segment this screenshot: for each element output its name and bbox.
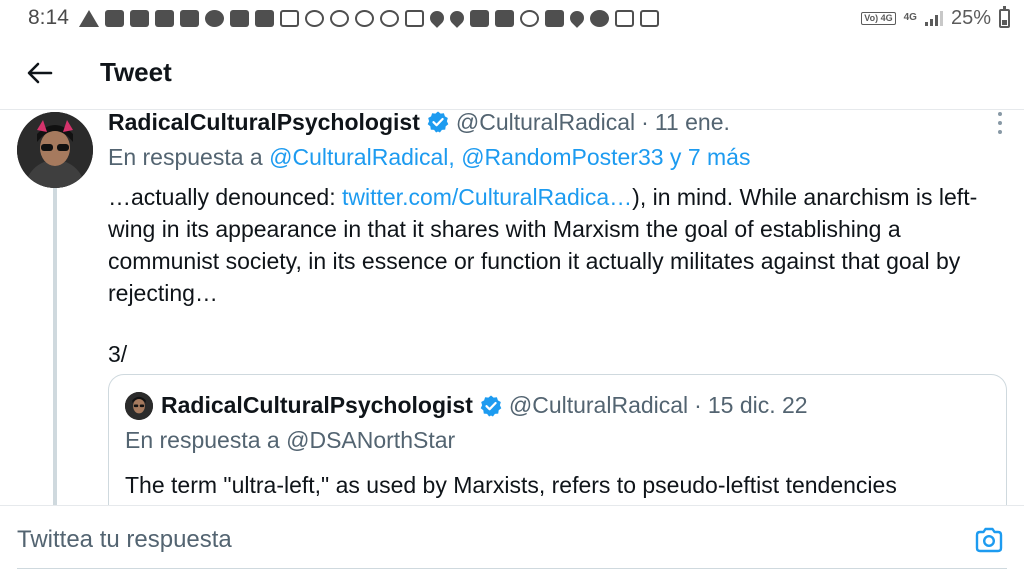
gmail-icon: [404, 9, 424, 27]
verified-badge-icon: [427, 111, 449, 133]
dot-separator: ·: [641, 110, 649, 135]
youtube-icon: [469, 9, 489, 27]
quoted-tweet-date: 15 dic. 22: [707, 392, 808, 418]
page-title: Tweet: [100, 57, 172, 87]
tweet-text-start: …actually denounced:: [108, 184, 342, 210]
reply-mentions[interactable]: @CulturalRadical, @RandomPoster33 y 7 má…: [269, 144, 750, 170]
youtube-icon: [154, 9, 174, 27]
shopping-bag-icon: [544, 9, 564, 27]
facebook-icon: [129, 9, 149, 27]
network-type: 4G: [903, 12, 917, 23]
warning-icon: [78, 9, 99, 27]
twitter-icon: [254, 9, 274, 27]
window-icon: [639, 9, 659, 27]
reply-composer: [0, 505, 1024, 576]
quoted-author-name: RadicalCulturalPsychologist: [161, 392, 473, 418]
author-name[interactable]: RadicalCulturalPsychologist: [108, 110, 420, 136]
reply-input[interactable]: [17, 520, 917, 560]
quoted-author-handle: @CulturalRadical: [508, 392, 689, 418]
tweet-link[interactable]: twitter.com/CulturalRadica…: [342, 184, 632, 210]
tweet-date[interactable]: 11 ene.: [655, 110, 730, 136]
more-vertical-icon: [998, 112, 1002, 116]
back-button[interactable]: [20, 53, 60, 93]
location-icon: [426, 8, 447, 28]
fan-icon: [354, 9, 374, 27]
battery-level: 25%: [950, 6, 991, 29]
location-icon: [566, 8, 587, 28]
input-underline: [17, 568, 1007, 569]
fan-icon: [379, 9, 399, 27]
avatar-image: [17, 112, 93, 188]
thread-line: [53, 188, 57, 505]
author-handle[interactable]: @CulturalRadical: [456, 110, 635, 136]
quoted-tweet[interactable]: RadicalCulturalPsychologist @CulturalRad…: [108, 374, 1007, 505]
reply-prefix: En respuesta a: [108, 144, 263, 170]
thread-count: 3/: [108, 341, 128, 367]
cloud-icon: [589, 9, 609, 27]
quoted-tweet-text: The term "ultra-left," as used by Marxis…: [125, 472, 897, 498]
quoted-avatar: [125, 392, 153, 420]
reply-context: En respuesta a @CulturalRadical, @Random…: [108, 144, 1008, 171]
pocket-icon: [279, 9, 299, 27]
signal-icon: [924, 10, 943, 26]
volte-badge: Vo) 4G: [861, 11, 896, 25]
location-icon: [446, 8, 467, 28]
camera-button[interactable]: [974, 526, 1006, 556]
quoted-avatar-image: [125, 392, 153, 420]
message-icon: [104, 9, 124, 27]
top-app-bar: Tweet: [0, 36, 1024, 110]
verified-badge-icon: [480, 395, 502, 416]
avatar[interactable]: [17, 112, 93, 188]
dot-separator: ·: [694, 392, 702, 418]
calendar-icon: [229, 9, 249, 27]
quoted-reply-prefix: En respuesta a: [125, 427, 280, 453]
messenger-icon: [204, 9, 224, 27]
whatsapp-icon: [519, 9, 539, 27]
status-indicators: Vo) 4G 4G 25%: [861, 5, 1010, 30]
tweet-body: RadicalCulturalPsychologist @CulturalRad…: [108, 110, 1008, 368]
status-time: 8:14: [28, 6, 69, 29]
quoted-tweet-header: RadicalCulturalPsychologist @CulturalRad…: [125, 392, 808, 420]
camera-icon: [975, 527, 1003, 553]
youtube-icon: [179, 9, 199, 27]
quoted-reply-context: En respuesta a @DSANorthStar: [125, 427, 455, 454]
battery-icon: [999, 5, 1010, 28]
status-bar: 8:14 Vo) 4G 4G 25%: [0, 0, 1024, 36]
tweet[interactable]: RadicalCulturalPsychologist @CulturalRad…: [0, 110, 1024, 505]
tweet-text: …actually denounced: twitter.com/Cultura…: [108, 181, 998, 309]
arrow-left-icon: [27, 62, 53, 83]
image-icon: [494, 9, 514, 27]
notification-icons: [78, 8, 659, 28]
fan-icon: [329, 9, 349, 27]
settings-icon: [304, 9, 324, 27]
more-options-button[interactable]: [988, 112, 1012, 134]
window-icon: [614, 9, 634, 27]
tweet-header: RadicalCulturalPsychologist @CulturalRad…: [108, 110, 1008, 136]
quoted-reply-mention: @DSANorthStar: [286, 427, 456, 453]
